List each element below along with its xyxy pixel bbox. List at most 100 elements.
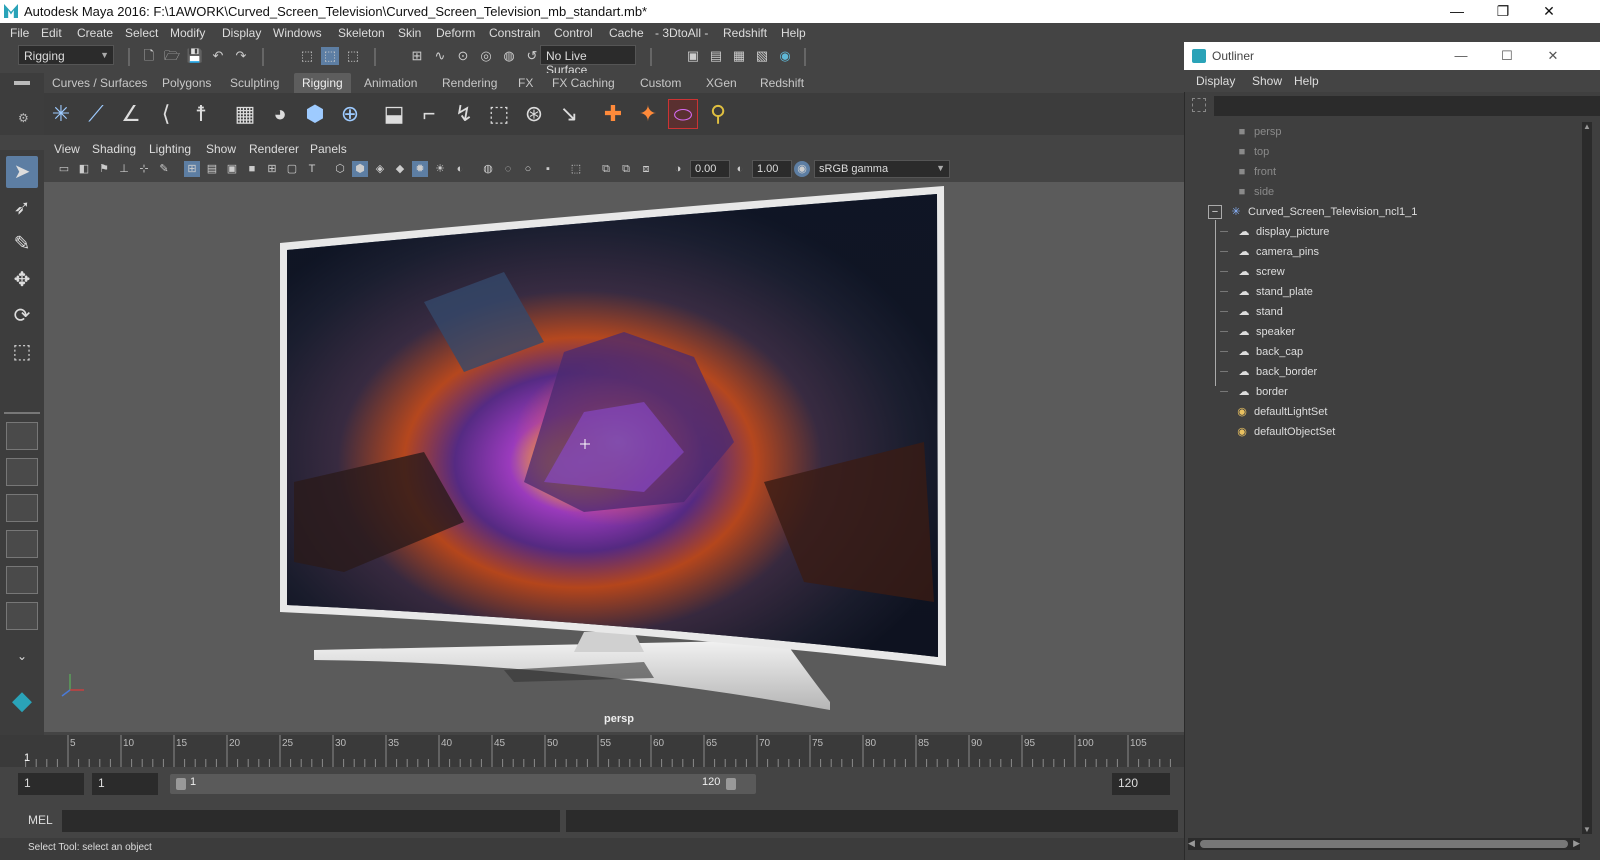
outliner-item-group[interactable]: − ✳ Curved_Screen_Television_ncl1_1 [1208,202,1417,222]
redshift-icon[interactable]: ⬭ [668,99,698,129]
snap-point-icon[interactable]: ⊙ [454,47,472,65]
start-time-field[interactable]: 1 [18,773,84,795]
xray-components-icon[interactable]: ⧉ [618,161,634,177]
grid-icon[interactable]: ⊞ [184,161,200,177]
camera-select-icon[interactable]: ▭ [56,161,72,177]
resolution-gate-icon[interactable]: ▣ [224,161,240,177]
xray-icon[interactable]: ⬚ [568,161,584,177]
point-constraint-icon[interactable]: ⊛ [519,99,549,129]
outliner-minimize-button[interactable]: — [1438,42,1484,70]
motion-blur-icon[interactable]: ◍ [480,161,496,177]
backface-culling-icon[interactable]: ⧈ [638,161,654,177]
quick-rig-icon[interactable]: ⚲ [703,99,733,129]
tab-animation[interactable]: Animation [356,73,425,93]
playback-start-field[interactable]: 1 [92,773,158,795]
paint-weights-icon[interactable]: ↯ [449,99,479,129]
shelf-settings-icon[interactable]: ⚙ [18,111,29,125]
tab-rigging[interactable]: Rigging [294,73,351,93]
history-icon[interactable]: ↺ [523,47,541,65]
hypershade-layout-icon[interactable] [6,566,38,594]
ipr-render-icon[interactable]: ▦ [730,47,748,65]
outliner-item-speaker[interactable]: ─ ☁ speaker [1216,322,1295,342]
range-start-handle[interactable] [176,778,186,790]
four-pane-layout-icon[interactable] [6,458,38,486]
joint-tool-icon[interactable]: ✳ [46,99,76,129]
safe-title-icon[interactable]: T [304,161,320,177]
menu-view[interactable]: View [54,142,80,156]
snap-view-plane-icon[interactable]: ◎ [477,47,495,65]
tab-polygons[interactable]: Polygons [154,73,219,93]
menu-select[interactable]: Select [125,26,158,40]
outliner-item-border[interactable]: ─ ☁ border [1216,382,1288,402]
outliner-item-front[interactable]: ■ front [1234,162,1276,182]
menu-renderer[interactable]: Renderer [249,142,299,156]
perspective-viewport[interactable]: persp [44,182,1184,732]
menu-help[interactable]: Help [781,26,806,40]
menu-windows[interactable]: Windows [273,26,322,40]
menu-redshift[interactable]: Redshift [723,26,767,40]
move-tool-icon[interactable]: ✥ [6,264,38,296]
outliner-item-persp[interactable]: ■ persp [1234,122,1282,142]
camera-attributes-icon[interactable]: ◧ [76,161,92,177]
hypershade-icon[interactable]: ◉ [776,47,794,65]
outliner-filter-icon[interactable] [1192,98,1206,112]
menu-modify[interactable]: Modify [170,26,205,40]
exposure-icon[interactable]: ◑ [670,161,686,177]
menu-shading[interactable]: Shading [92,142,136,156]
render-settings-icon[interactable]: ▧ [753,47,771,65]
film-gate-icon[interactable]: ▤ [204,161,220,177]
outliner-item-stand[interactable]: ─ ☁ stand [1216,302,1283,322]
layout-more-icon[interactable]: ⌄ [6,640,38,672]
outliner-menu-show[interactable]: Show [1252,74,1282,88]
outliner-item-camera-pins[interactable]: ─ ☁ camera_pins [1216,242,1319,262]
isolate-select-icon[interactable]: ▪ [540,161,556,177]
menu-constrain[interactable]: Constrain [489,26,540,40]
select-tool-icon[interactable]: ➤ [6,156,38,188]
scroll-up-icon[interactable]: ▲ [1583,122,1591,131]
menu-create[interactable]: Create [77,26,113,40]
tab-rendering[interactable]: Rendering [434,73,505,93]
smooth-shade-icon[interactable]: ⬢ [352,161,368,177]
menu-deform[interactable]: Deform [436,26,475,40]
lasso-tool-icon[interactable]: ➶ [6,192,38,224]
tab-fx-caching[interactable]: FX Caching [544,73,623,93]
minimize-button[interactable]: — [1434,0,1480,23]
parent-constraint-icon[interactable]: ✚ [598,99,628,129]
color-space-dropdown[interactable]: sRGB gamma ▼ [814,160,950,178]
end-time-field[interactable]: 120 [1112,773,1170,795]
menu-cache[interactable]: Cache [609,26,644,40]
tab-curves-surfaces[interactable]: Curves / Surfaces [44,73,155,93]
persp-graph-layout-icon[interactable] [6,530,38,558]
menu-show[interactable]: Show [206,142,236,156]
outliner-vertical-scrollbar[interactable]: ▲ ▼ [1582,122,1592,834]
select-object-icon[interactable]: ⬚ [321,47,339,65]
color-management-icon[interactable]: ◉ [794,161,810,177]
ik-spline-icon[interactable]: ∠ [116,99,146,129]
outliner-menu-display[interactable]: Display [1196,74,1235,88]
outliner-item-back-border[interactable]: ─ ☁ back_border [1216,362,1317,382]
menu-skin[interactable]: Skin [398,26,421,40]
bookmark-icon[interactable]: ⚑ [96,161,112,177]
cluster-icon[interactable]: ◕ [265,99,295,129]
aim-constraint-icon[interactable]: ↘ [554,99,584,129]
screen-space-ao-icon[interactable]: ◐ [452,161,468,177]
wireframe-icon[interactable]: ⬡ [332,161,348,177]
outliner-item-side[interactable]: ■ side [1234,182,1275,202]
ik-handle-icon[interactable]: ⟋ [81,99,111,129]
use-all-lights-icon[interactable]: ✹ [412,161,428,177]
depth-of-field-icon[interactable]: ○ [520,161,536,177]
exposure-field[interactable]: 0.00 [690,160,730,178]
scroll-right-icon[interactable]: ▶ [1573,838,1580,849]
outliner-maximize-button[interactable]: ☐ [1484,42,1530,70]
redo-icon[interactable]: ↷ [232,47,250,65]
tab-fx[interactable]: FX [510,73,541,93]
lattice-icon[interactable]: ▦ [230,99,260,129]
tab-xgen[interactable]: XGen [698,73,745,93]
persp-uv-layout-icon[interactable] [6,602,38,630]
paint-select-tool-icon[interactable]: ✎ [6,228,38,260]
gamma-icon[interactable]: ◐ [732,161,748,177]
image-plane-icon[interactable]: ⊥ [116,161,132,177]
interactive-bind-icon[interactable]: ⌐ [414,99,444,129]
command-input[interactable] [62,810,560,832]
scroll-down-icon[interactable]: ▼ [1583,825,1591,834]
